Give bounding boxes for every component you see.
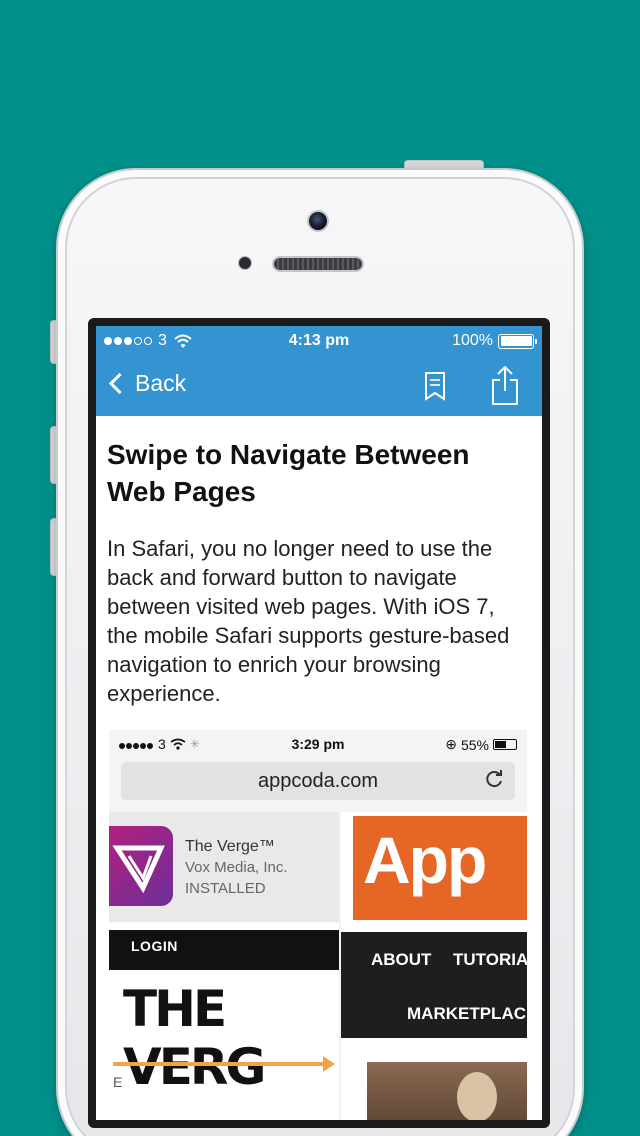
swipe-arrow-icon (323, 1056, 335, 1072)
menu-item-marketplace: MARKETPLACE (407, 1004, 527, 1023)
front-camera (307, 210, 329, 232)
rotation-lock-icon: ⊕ (445, 736, 457, 752)
app-info: The Verge™ Vox Media, Inc. INSTALLED (185, 836, 288, 899)
status-bar: 3 4:13 pm 100% (96, 326, 542, 356)
verge-logo: THE VERG (123, 980, 266, 1096)
chevron-left-icon (108, 372, 131, 395)
screenshot-status-bar: 3 ✳ 3:29 pm ⊕ 55% (109, 730, 527, 758)
battery-icon (498, 333, 537, 349)
app-name: The Verge™ (185, 838, 275, 855)
reload-icon (486, 770, 502, 788)
article-body: In Safari, you no longer need to use the… (107, 536, 510, 706)
appcoda-logo: App (353, 816, 527, 920)
earpiece-speaker (272, 256, 364, 272)
appcoda-logo-text: App (363, 823, 487, 897)
example-screenshot: 3 ✳ 3:29 pm ⊕ 55% appcoda.com The Verge™… (109, 730, 527, 1120)
app-state: INSTALLED (185, 880, 266, 897)
navigation-bar: Back (96, 356, 542, 416)
bookmark-icon[interactable] (422, 370, 448, 402)
app-publisher: Vox Media, Inc. (185, 859, 288, 876)
menu-item-tutorials: TUTORIALS (453, 950, 527, 969)
article-thumbnail (367, 1062, 527, 1120)
appcoda-page-preview: App ABOUT TUTORIALS MARKETPLACE (341, 812, 527, 1120)
login-label: LOGIN (131, 938, 178, 954)
back-label: Back (135, 370, 187, 396)
battery-percent: 100% (452, 332, 493, 349)
verge-page-preview: The Verge™ Vox Media, Inc. INSTALLED LOG… (109, 812, 339, 1120)
url-bar: appcoda.com (121, 762, 515, 800)
screen: 3 4:13 pm 100% Back Swipe to Navigate Be… (96, 326, 542, 1120)
share-icon[interactable] (488, 364, 522, 406)
proximity-sensor (238, 256, 252, 270)
back-button[interactable]: Back (106, 370, 186, 397)
app-banner: The Verge™ Vox Media, Inc. INSTALLED (109, 812, 339, 922)
page-fragment-text: E (113, 1074, 123, 1090)
article-title: Swipe to Navigate Between Web Pages (107, 439, 470, 507)
article: Swipe to Navigate Between Web Pages In S… (107, 436, 527, 708)
url-text: appcoda.com (257, 770, 379, 792)
swipe-arrow-line (113, 1062, 327, 1066)
menu-item-about: ABOUT (371, 950, 432, 969)
screenshot-battery-percent: 55% (460, 736, 489, 753)
screenshot-battery-icon (493, 739, 517, 750)
screenshot-battery-group: ⊕ 55% (445, 736, 517, 753)
battery-group: 100% (452, 332, 537, 350)
login-bar: LOGIN (109, 930, 339, 970)
verge-app-icon (109, 826, 173, 906)
appcoda-menu: ABOUT TUTORIALS MARKETPLACE (341, 932, 527, 1038)
